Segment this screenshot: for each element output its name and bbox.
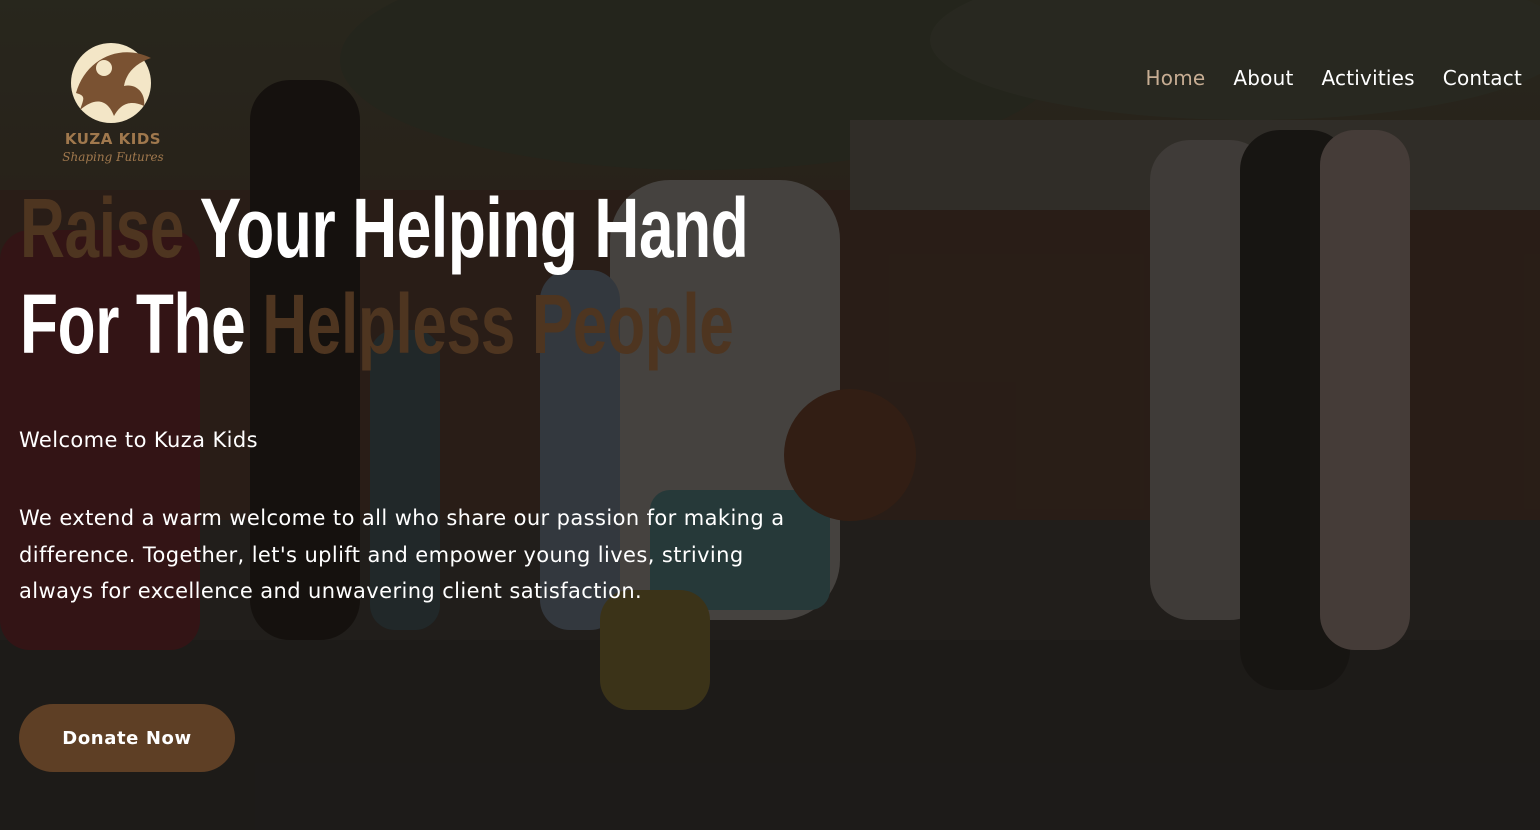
hero-accent-raise: Raise [20, 181, 185, 275]
logo-mark-icon [71, 43, 151, 123]
donate-now-button[interactable]: Donate Now [19, 704, 235, 772]
nav-contact[interactable]: Contact [1443, 64, 1522, 92]
hero-heading-line-2-start: For The [20, 277, 263, 371]
hero-accent-helpless-people: Helpless People [262, 277, 734, 371]
hero-description: We extend a warm welcome to all who shar… [19, 506, 785, 603]
nav-home[interactable]: Home [1146, 64, 1206, 92]
welcome-text: Welcome to Kuza Kids [19, 428, 258, 452]
main-nav: Home About Activities Contact [1118, 64, 1522, 92]
nav-about[interactable]: About [1233, 64, 1293, 92]
hero-heading: Raise Your Helping Hand For The Helpless… [20, 180, 749, 372]
logo-title: KUZA KIDS [64, 130, 162, 148]
hero-dark-overlay [0, 0, 1540, 830]
logo-tagline: Shaping Futures [62, 150, 164, 164]
hero-heading-line-1: Raise Your Helping Hand [20, 180, 749, 276]
nav-activities[interactable]: Activities [1322, 64, 1415, 92]
hero-heading-line-1-rest: Your Helping Hand [184, 181, 749, 275]
hero-heading-line-2: For The Helpless People [20, 276, 734, 372]
logo[interactable]: KUZA KIDS Shaping Futures [52, 38, 174, 174]
